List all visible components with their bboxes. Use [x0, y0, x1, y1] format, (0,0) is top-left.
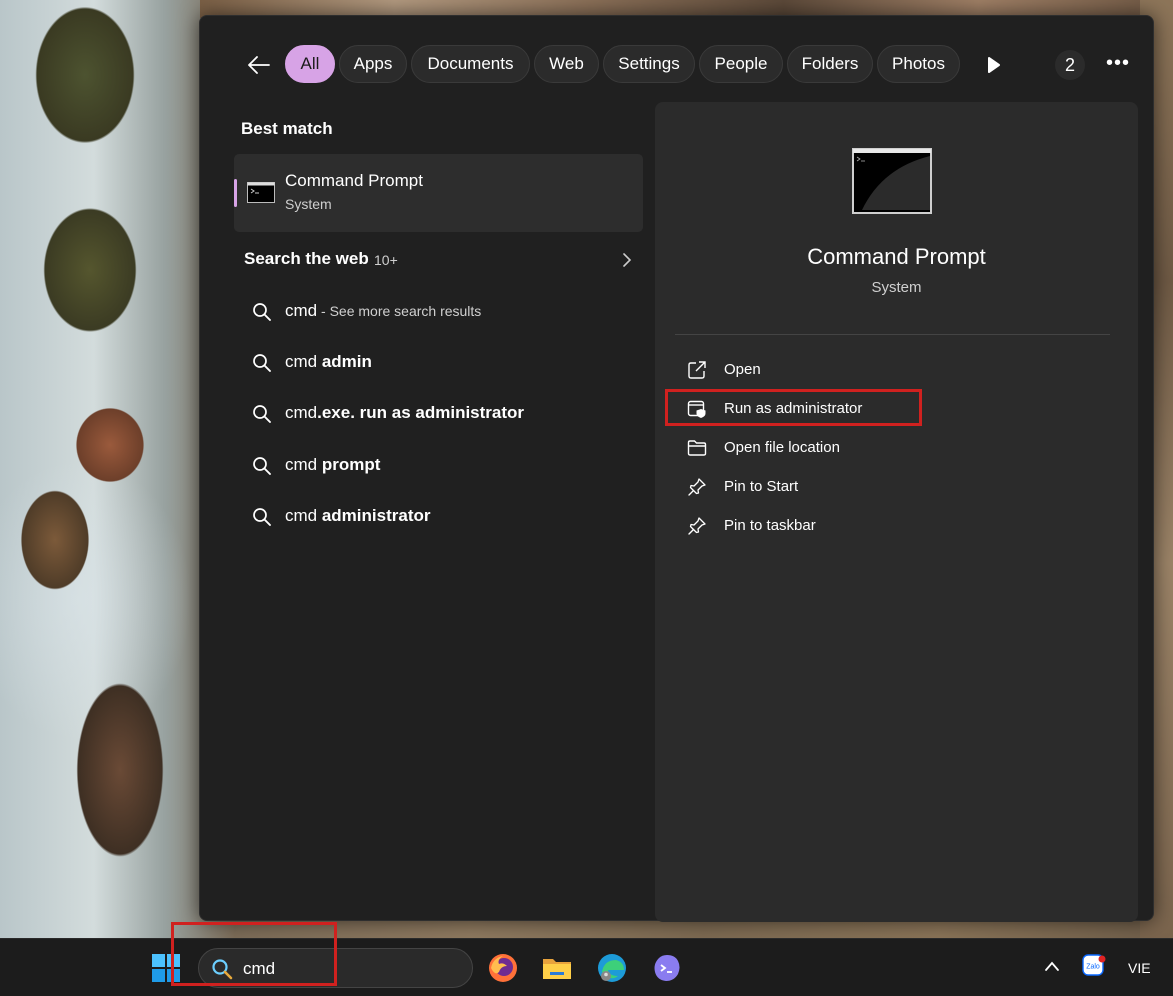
tab-apps[interactable]: Apps [339, 45, 407, 83]
pin-icon [688, 517, 706, 535]
web-suggestion-text: cmd administrator [285, 506, 430, 526]
action-label: Pin to taskbar [724, 517, 816, 534]
tab-settings[interactable]: Settings [603, 45, 695, 83]
chevron-up-icon[interactable] [1043, 959, 1061, 973]
zalo-tray-label: Zalo [1086, 964, 1100, 971]
preview-app-type: System [871, 279, 922, 296]
action-pin-to-start[interactable]: Pin to Start [687, 472, 987, 502]
action-open[interactable]: Open [687, 355, 987, 385]
zalo-tray-icon[interactable]: Zalo [1082, 954, 1106, 978]
action-open-file-location[interactable]: Open file location [687, 433, 987, 463]
language-indicator[interactable]: VIE [1128, 960, 1151, 976]
suggestion-bold: administrator [321, 506, 431, 525]
tab-documents[interactable]: Documents [411, 45, 530, 83]
back-button[interactable] [244, 50, 274, 80]
web-suggestion-text: cmd admin [285, 352, 372, 372]
web-suggestion-text: cmd prompt [285, 455, 380, 475]
tab-folders[interactable]: Folders [787, 45, 873, 83]
run-as-admin-highlight [665, 389, 922, 426]
scroll-filters-button[interactable] [984, 54, 1004, 76]
edge-icon[interactable] [596, 952, 628, 984]
best-match-type: System [285, 196, 332, 212]
tab-all[interactable]: All [285, 45, 335, 83]
folder-icon [687, 440, 707, 456]
search-icon [253, 303, 271, 321]
action-label: Open [724, 361, 761, 378]
suggestion-prefix: cmd [285, 301, 318, 320]
chevron-right-icon [623, 253, 632, 267]
suggestion-prefix: cmd [285, 352, 322, 371]
preview-divider [675, 334, 1110, 335]
suggestion-suffix: - See more search results [317, 303, 482, 319]
web-suggestion-text: cmd.exe. run as administrator [285, 403, 524, 423]
pin-icon [688, 478, 706, 496]
firefox-icon[interactable] [487, 952, 519, 984]
file-explorer-icon[interactable] [541, 952, 573, 984]
search-box-highlight [171, 922, 337, 986]
web-suggestion-item[interactable]: cmd - See more search results [234, 290, 643, 334]
search-icon [253, 508, 271, 526]
selection-indicator [234, 179, 237, 207]
search-panel: All Apps Documents Web Settings People F… [199, 15, 1154, 922]
search-web-count: 10+ [374, 252, 398, 268]
preview-pane: Command Prompt System Open Run as admini… [655, 102, 1138, 922]
action-label: Open file location [724, 439, 840, 456]
suggestion-bold: .exe. run as administrator [317, 403, 525, 422]
search-web-header[interactable]: Search the web 10+ [244, 249, 644, 273]
tab-photos[interactable]: Photos [877, 45, 960, 83]
tab-web[interactable]: Web [534, 45, 599, 83]
open-external-icon [688, 361, 706, 379]
more-options-button[interactable]: ••• [1103, 50, 1133, 80]
web-suggestion-item[interactable]: cmd administrator [234, 495, 643, 539]
suggestion-bold: admin [321, 352, 372, 371]
best-match-heading: Best match [241, 119, 333, 138]
search-icon [253, 405, 271, 423]
suggestion-prefix: cmd [285, 403, 318, 422]
action-pin-to-taskbar[interactable]: Pin to taskbar [687, 511, 987, 541]
tab-people[interactable]: People [699, 45, 783, 83]
rewards-count-badge[interactable]: 2 [1055, 50, 1085, 80]
filter-bar: All Apps Documents Web Settings People F… [200, 16, 1153, 114]
command-prompt-icon [852, 148, 932, 214]
play-icon [988, 57, 1000, 73]
search-icon [253, 457, 271, 475]
best-match-item[interactable]: Command Prompt System [234, 154, 643, 232]
suggestion-prefix: cmd [285, 455, 322, 474]
best-match-name: Command Prompt [285, 171, 423, 190]
search-icon [253, 354, 271, 372]
command-prompt-icon [247, 182, 275, 203]
search-web-title: Search the web [244, 249, 369, 268]
web-suggestion-item[interactable]: cmd.exe. run as administrator [234, 392, 643, 436]
terminal-app-icon[interactable] [651, 952, 683, 984]
suggestion-prefix: cmd [285, 506, 322, 525]
web-suggestion-item[interactable]: cmd admin [234, 341, 643, 385]
back-arrow-icon [248, 56, 270, 74]
action-label: Pin to Start [724, 478, 799, 495]
suggestion-bold: prompt [321, 455, 381, 474]
preview-app-name: Command Prompt [807, 244, 986, 269]
web-suggestion-text: cmd - See more search results [285, 301, 481, 321]
web-suggestion-item[interactable]: cmd prompt [234, 444, 643, 488]
